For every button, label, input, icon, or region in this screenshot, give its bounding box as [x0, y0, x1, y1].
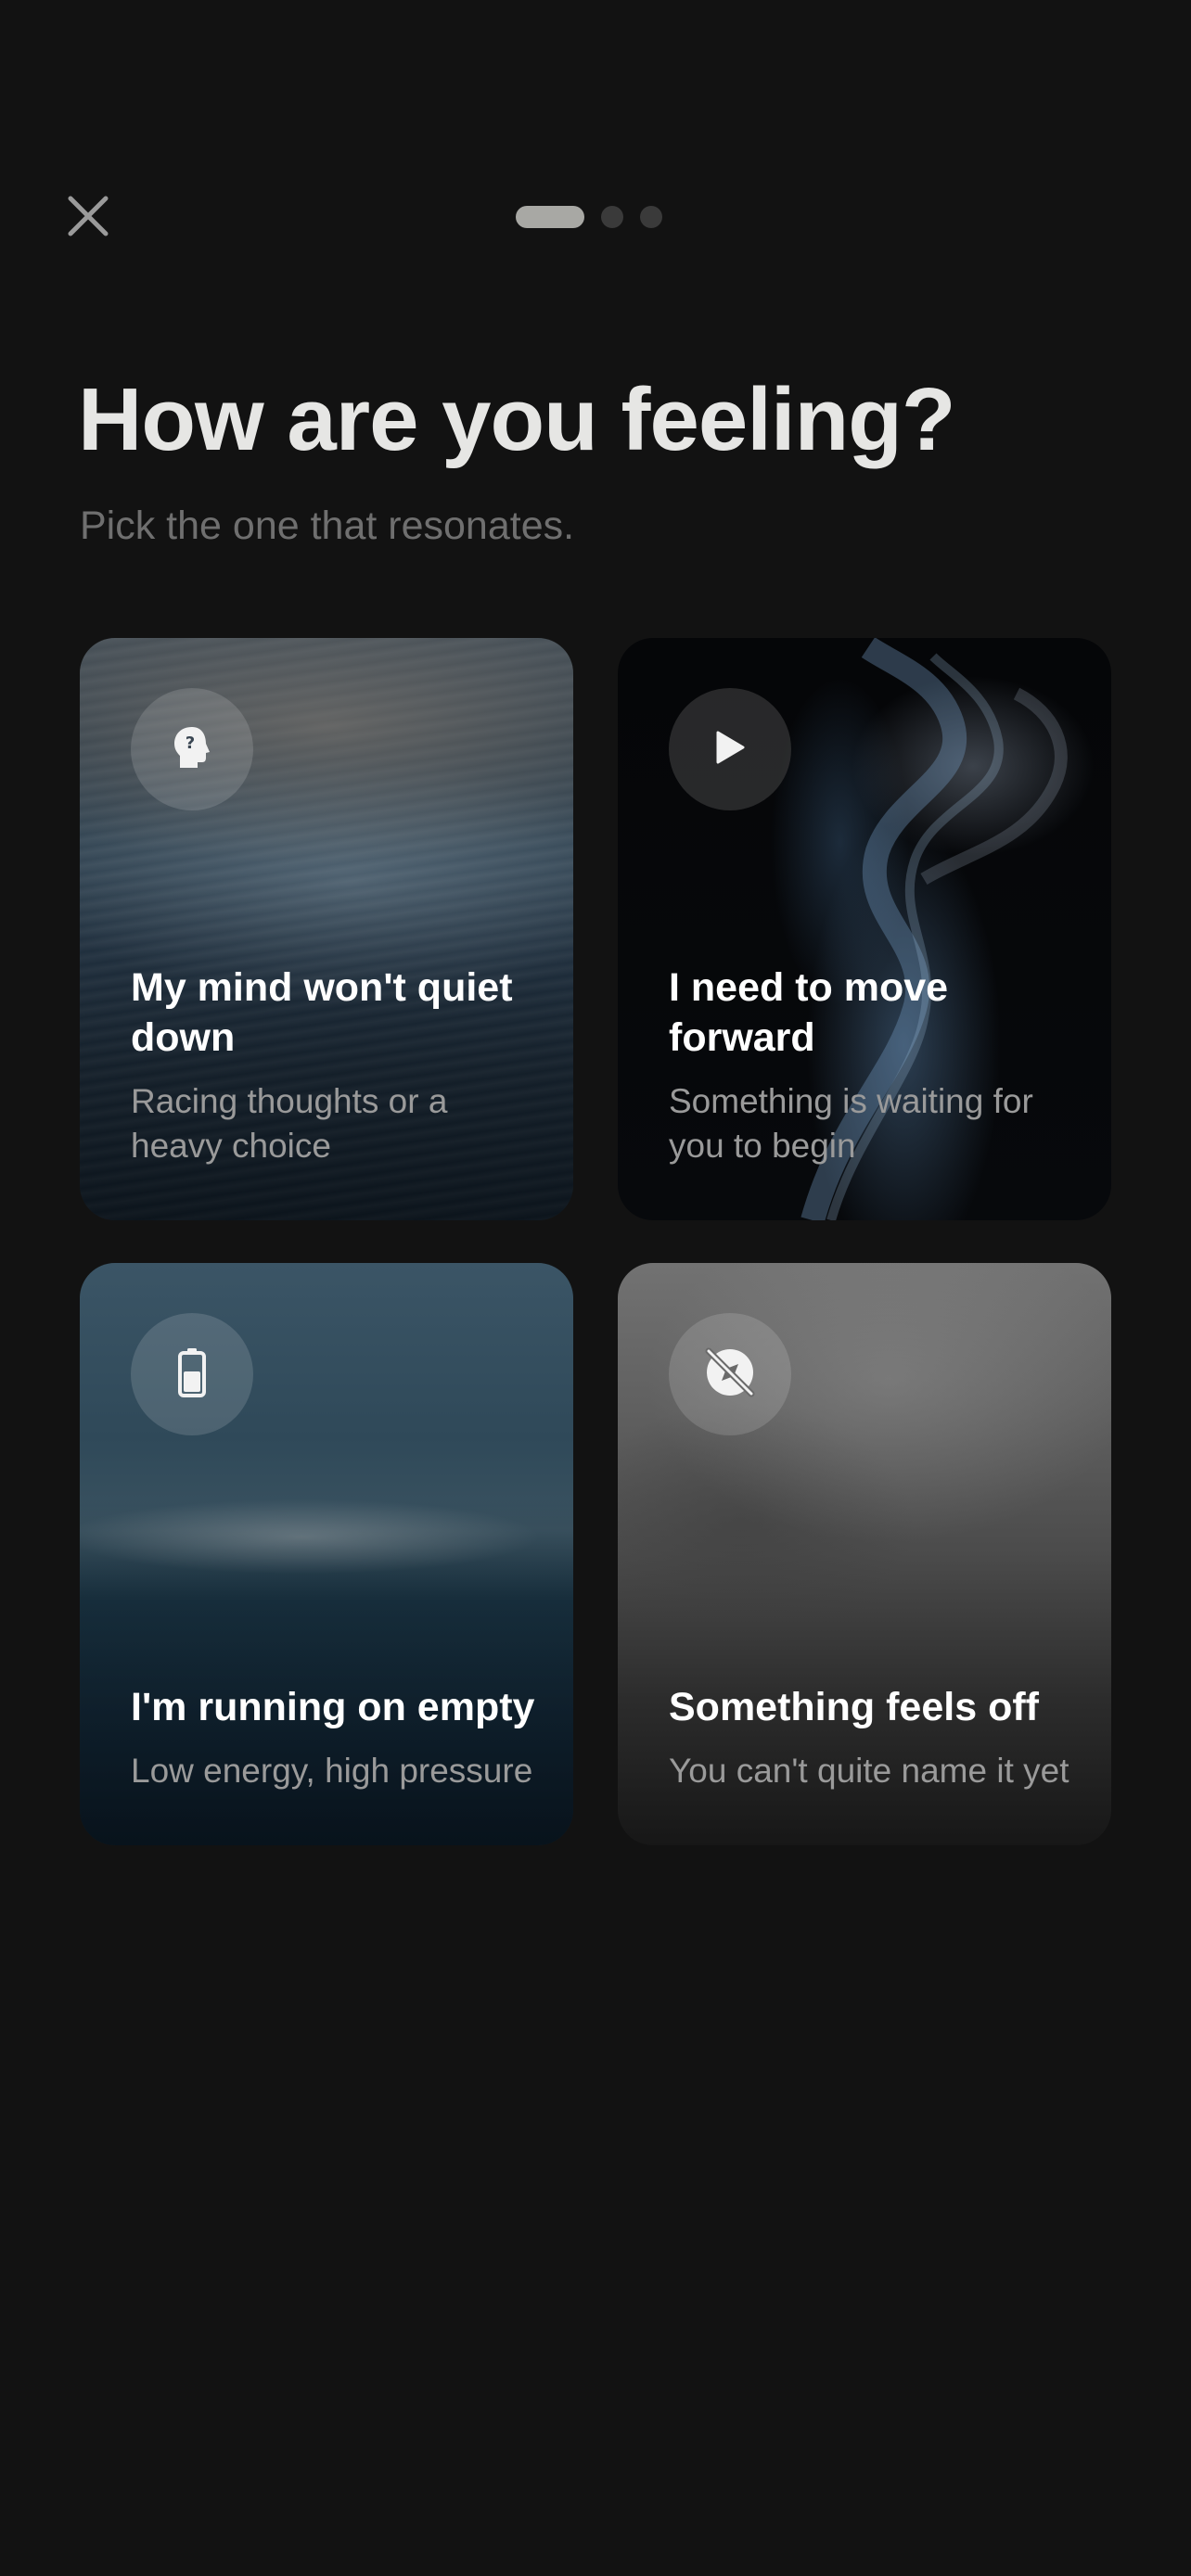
compass-off-icon: [703, 1345, 757, 1404]
card-subtitle: You can't quite name it yet: [669, 1752, 1069, 1790]
progress-step-2: [601, 206, 623, 228]
page-subtitle: Pick the one that resonates.: [80, 504, 575, 548]
card-title: I'm running on empty: [131, 1685, 535, 1729]
svg-text:?: ?: [186, 733, 195, 753]
card-icon-badge: [669, 688, 791, 810]
feeling-card-feels-off[interactable]: Something feels off You can't quite name…: [618, 1263, 1111, 1845]
close-button[interactable]: [56, 185, 121, 250]
progress-step-3: [640, 206, 662, 228]
close-icon: [67, 195, 109, 242]
feeling-options-grid: ? My mind won't quiet down Racing though…: [80, 638, 1111, 1845]
play-icon: [714, 730, 746, 770]
card-subtitle: Something is waiting for you to begin: [669, 1082, 1033, 1165]
card-title: I need to move forward: [669, 965, 949, 1060]
card-icon-badge: [131, 1313, 253, 1435]
card-icon-badge: ?: [131, 688, 253, 810]
progress-step-1: [516, 206, 584, 228]
battery-low-icon: [178, 1347, 206, 1402]
progress-indicator: [516, 206, 662, 228]
card-subtitle: Racing thoughts or a heavy choice: [131, 1082, 448, 1165]
feeling-card-mind-racing[interactable]: ? My mind won't quiet down Racing though…: [80, 638, 573, 1220]
card-subtitle: Low energy, high pressure: [131, 1752, 533, 1790]
page-title: How are you feeling?: [78, 370, 955, 469]
feeling-card-move-forward[interactable]: I need to move forward Something is wait…: [618, 638, 1111, 1220]
card-icon-badge: [669, 1313, 791, 1435]
card-title: Something feels off: [669, 1685, 1039, 1729]
feeling-card-running-empty[interactable]: I'm running on empty Low energy, high pr…: [80, 1263, 573, 1845]
head-question-icon: ?: [172, 725, 212, 774]
card-title: My mind won't quiet down: [131, 965, 513, 1060]
